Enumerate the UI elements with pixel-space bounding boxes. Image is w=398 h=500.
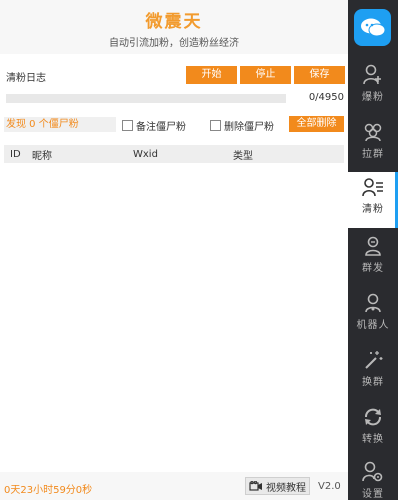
main-window: 微震天 自动引流加粉，创造粉丝经济 清粉日志 开始 停止 保存 0/4950 发…	[0, 0, 348, 500]
user-list-icon	[362, 178, 383, 197]
version-label: V2.0	[318, 481, 341, 492]
sidebar-item-label: 换群	[362, 377, 384, 388]
column-id[interactable]: ID	[10, 149, 21, 160]
sidebar-item-robot[interactable]: 机器人	[348, 286, 398, 342]
video-camera-icon	[249, 481, 262, 491]
sidebar-item-label: 爆粉	[362, 92, 384, 103]
sidebar-item-label: 设置	[362, 489, 384, 500]
header: 微震天 自动引流加粉，创造粉丝经济	[0, 0, 348, 54]
app-title: 微震天	[145, 12, 203, 32]
remaining-time: 0天23小时59分0秒	[4, 485, 93, 496]
chat-bubble-icon	[360, 18, 385, 36]
clean-fans-panel: 清粉日志 开始 停止 保存 0/4950 发现 0 个僵尸粉 备注僵尸粉 删除僵…	[0, 54, 348, 472]
video-tutorial-label: 视频教程	[266, 482, 306, 494]
sidebar-item-settings[interactable]: 设置	[348, 455, 398, 500]
sidebar-item-convert[interactable]: 转换	[348, 400, 398, 456]
progress-count: 0/4950	[308, 92, 344, 103]
sidebar-item-label: 清粉	[362, 204, 384, 215]
note-zombie-label: 备注僵尸粉	[136, 122, 186, 133]
sidebar: 爆粉 拉群 清粉 群发 机器人 换群 转换 设置	[348, 0, 398, 500]
sidebar-item-label: 机器人	[356, 320, 390, 331]
zombie-count-label: 发现 0 个僵尸粉	[4, 117, 116, 132]
note-zombie-checkbox[interactable]: 备注僵尸粉	[122, 118, 186, 133]
clean-log-title: 清粉日志	[6, 73, 46, 84]
user-add-icon	[363, 64, 381, 85]
sidebar-item-label: 转换	[362, 434, 384, 445]
column-type[interactable]: 类型	[233, 147, 253, 162]
broadcast-user-icon	[365, 236, 381, 256]
sidebar-item-boost-fans[interactable]: 爆粉	[348, 58, 398, 114]
sidebar-item-clean-fans[interactable]: 清粉	[348, 172, 398, 228]
magic-wand-icon	[365, 351, 383, 369]
sidebar-item-change-group[interactable]: 换群	[348, 343, 398, 399]
robot-user-icon	[365, 293, 381, 313]
stop-button[interactable]: 停止	[240, 66, 291, 84]
user-settings-icon	[362, 461, 383, 482]
delete-zombie-label: 删除僵尸粉	[224, 122, 274, 133]
refresh-icon	[365, 408, 381, 426]
video-tutorial-button[interactable]: 视频教程	[245, 477, 310, 495]
start-button[interactable]: 开始	[186, 66, 237, 84]
delete-all-button[interactable]: 全部删除	[289, 116, 344, 132]
column-nickname[interactable]: 昵称	[32, 147, 52, 162]
table-header: ID 昵称 Wxid 类型	[4, 145, 344, 163]
checkbox-box[interactable]	[210, 120, 221, 131]
sidebar-item-label: 群发	[362, 263, 384, 274]
save-button[interactable]: 保存	[294, 66, 345, 84]
checkbox-box[interactable]	[122, 120, 133, 131]
sidebar-item-pull-group[interactable]: 拉群	[348, 115, 398, 171]
sidebar-item-mass-send[interactable]: 群发	[348, 229, 398, 285]
column-wxid[interactable]: Wxid	[133, 149, 158, 160]
app-logo	[354, 9, 391, 46]
progress-bar	[6, 94, 286, 103]
delete-zombie-checkbox[interactable]: 删除僵尸粉	[210, 118, 274, 133]
group-icon	[364, 123, 382, 142]
footer: 0天23小时59分0秒 视频教程 V2.0	[0, 472, 348, 500]
sidebar-item-label: 拉群	[362, 149, 384, 160]
app-subtitle: 自动引流加粉，创造粉丝经济	[109, 38, 239, 49]
